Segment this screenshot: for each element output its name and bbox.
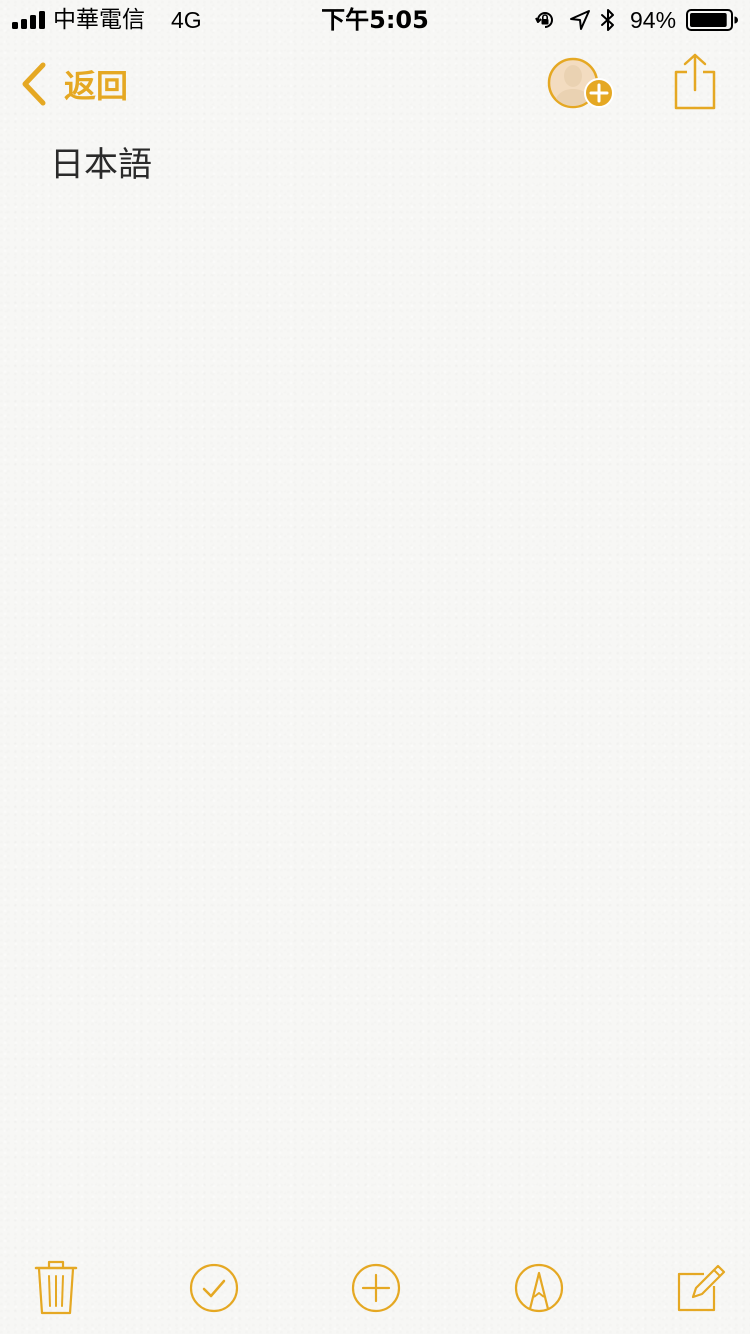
location-icon — [570, 10, 590, 30]
markup-icon — [514, 1263, 564, 1313]
share-button[interactable] — [672, 52, 718, 112]
add-people-button[interactable] — [546, 56, 618, 112]
battery-icon — [686, 9, 738, 31]
compose-note-button[interactable] — [670, 1252, 730, 1324]
add-icon — [351, 1263, 401, 1313]
bottom-toolbar — [0, 1252, 750, 1328]
delete-note-button[interactable] — [26, 1252, 86, 1324]
rotation-lock-icon — [535, 12, 553, 28]
add-attachment-button[interactable] — [346, 1252, 406, 1324]
checklist-icon — [189, 1263, 239, 1313]
status-bar: 中華電信 4G 下午5:05 94% — [0, 0, 750, 40]
checklist-button[interactable] — [184, 1252, 244, 1324]
bluetooth-icon — [601, 9, 614, 31]
compose-icon — [677, 1264, 726, 1312]
back-button[interactable]: 返回 — [18, 58, 128, 110]
back-label: 返回 — [64, 67, 129, 105]
note-text[interactable]: 日本語 — [50, 142, 700, 188]
share-icon — [674, 53, 716, 110]
add-person-icon — [547, 57, 614, 109]
markup-button[interactable] — [509, 1252, 569, 1324]
trash-icon — [34, 1260, 78, 1315]
battery-percent: 94% — [630, 7, 677, 33]
chevron-left-icon — [22, 62, 46, 106]
